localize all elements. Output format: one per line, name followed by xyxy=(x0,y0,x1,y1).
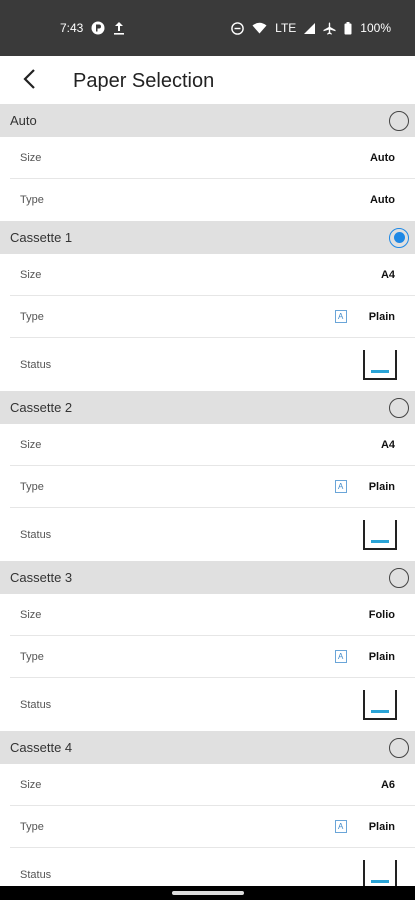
radio-selected-dot xyxy=(393,232,405,243)
source-name: Cassette 4 xyxy=(10,740,73,755)
paper-type-icon: A xyxy=(334,650,347,663)
size-value: Folio xyxy=(368,608,395,621)
type-value: Plain xyxy=(368,820,395,833)
type-value: Plain xyxy=(368,480,395,493)
size-row: Size A4 xyxy=(10,424,415,466)
status-label: Status xyxy=(20,698,52,711)
type-row: Type A Plain xyxy=(10,466,415,508)
home-gesture-handle[interactable] xyxy=(171,891,244,895)
clock: 7:43 xyxy=(60,21,84,35)
source-name: Auto xyxy=(10,113,37,128)
type-row: Type Auto xyxy=(10,179,415,221)
paper-type-icon: A xyxy=(334,310,347,323)
source-header-cassette-2[interactable]: Cassette 2 xyxy=(0,391,415,424)
do-not-disturb-icon xyxy=(231,21,244,35)
source-name: Cassette 2 xyxy=(10,400,73,415)
source-header-cassette-3[interactable]: Cassette 3 xyxy=(0,561,415,594)
signal-icon xyxy=(304,22,316,34)
paper-type-icon: A xyxy=(334,480,347,493)
type-row: Type A Plain xyxy=(10,806,415,848)
battery-level: 100% xyxy=(360,21,391,35)
paper-tray-icon xyxy=(363,689,397,720)
source-name: Cassette 3 xyxy=(10,570,73,585)
type-value: Plain xyxy=(368,650,395,663)
paper-tray-icon xyxy=(363,859,397,886)
wifi-icon xyxy=(252,22,267,34)
paper-level xyxy=(371,539,389,543)
type-label: Type xyxy=(20,310,44,323)
size-row: Size A4 xyxy=(10,254,415,296)
size-label: Size xyxy=(20,438,42,451)
status-label: Status xyxy=(20,868,52,881)
radio-cassette-2[interactable] xyxy=(389,397,409,418)
paper-source-list: Auto Size Auto Type Auto Cassette 1 Size… xyxy=(0,104,415,886)
size-label: Size xyxy=(20,778,42,791)
status-row: Status xyxy=(10,508,415,561)
size-value: A4 xyxy=(380,438,395,451)
battery-icon xyxy=(344,21,352,35)
size-value: A4 xyxy=(380,268,395,281)
source-name: Cassette 1 xyxy=(10,230,73,245)
back-arrow-icon xyxy=(22,68,38,95)
size-value: A6 xyxy=(380,778,395,791)
app-bar: Paper Selection xyxy=(0,56,415,106)
status-label: Status xyxy=(20,528,52,541)
type-row: Type A Plain xyxy=(10,636,415,678)
size-label: Size xyxy=(20,268,42,281)
radio-cassette-4[interactable] xyxy=(389,737,409,758)
size-row: Size Folio xyxy=(10,594,415,636)
type-row: Type A Plain xyxy=(10,296,415,338)
paper-level xyxy=(371,369,389,373)
radio-cassette-1[interactable] xyxy=(389,227,409,248)
paper-tray-icon xyxy=(363,519,397,550)
source-header-cassette-4[interactable]: Cassette 4 xyxy=(0,731,415,764)
status-row: Status xyxy=(10,848,415,886)
type-label: Type xyxy=(20,650,44,663)
type-label: Type xyxy=(20,194,44,206)
size-row: Size A6 xyxy=(10,764,415,806)
radio-auto[interactable] xyxy=(389,110,409,131)
network-type: LTE xyxy=(275,21,297,35)
paper-level xyxy=(371,709,389,713)
radio-cassette-3[interactable] xyxy=(389,567,409,588)
back-button[interactable] xyxy=(0,56,60,106)
size-row: Size Auto xyxy=(10,137,415,179)
type-label: Type xyxy=(20,480,44,493)
status-row: Status xyxy=(10,338,415,391)
page-title: Paper Selection xyxy=(73,69,215,92)
upload-icon xyxy=(113,21,125,35)
size-label: Size xyxy=(20,608,42,621)
airplane-icon xyxy=(323,22,336,35)
size-value: Auto xyxy=(369,151,395,164)
source-header-auto[interactable]: Auto xyxy=(0,104,415,137)
type-value: Plain xyxy=(368,310,395,323)
paper-level xyxy=(371,879,389,883)
app-notification-icon xyxy=(91,21,105,35)
source-header-cassette-1[interactable]: Cassette 1 xyxy=(0,221,415,254)
type-label: Type xyxy=(20,820,44,833)
navigation-bar xyxy=(0,886,415,900)
status-bar: 7:43 LTE 100% xyxy=(0,0,415,56)
status-label: Status xyxy=(20,358,52,371)
type-value: Auto xyxy=(369,194,395,206)
paper-tray-icon xyxy=(363,349,397,380)
status-row: Status xyxy=(10,678,415,731)
size-label: Size xyxy=(20,151,42,164)
paper-type-icon: A xyxy=(334,820,347,833)
